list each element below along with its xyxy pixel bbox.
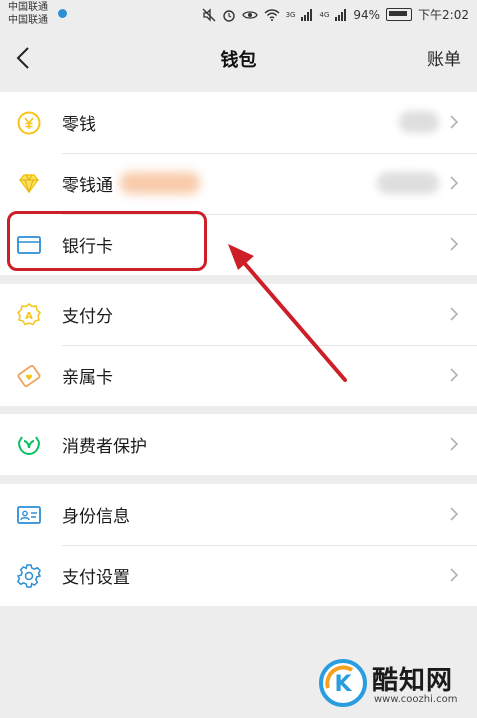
- battery-icon: [386, 8, 413, 21]
- menu-item-family-card[interactable]: 亲属卡: [0, 345, 477, 406]
- location-dot-icon: [58, 9, 67, 18]
- svg-text:K: K: [334, 672, 352, 697]
- chevron-right-icon: [450, 115, 459, 129]
- watermark: K 酷知网 www.coozhi.com: [318, 658, 468, 712]
- carrier-info: 中国联通 中国联通: [8, 1, 48, 27]
- yuan-coin-icon: [17, 111, 41, 135]
- menu-item-bank-card[interactable]: 银行卡: [0, 214, 477, 275]
- wifi-icon: [264, 8, 280, 21]
- clock: 下午2:02: [418, 8, 469, 22]
- menu-item-change-pass[interactable]: 零钱通: [0, 153, 477, 214]
- menu-item-label: 支付设置: [62, 568, 130, 588]
- chevron-right-icon: [450, 368, 459, 382]
- blurred-promo: [120, 172, 200, 194]
- wallet-group-protection: 消费者保护: [0, 414, 477, 475]
- battery-percent: 94%: [353, 7, 381, 22]
- blurred-balance: [399, 111, 439, 133]
- blurred-balance: [377, 172, 439, 194]
- signal-icon-1: [301, 8, 313, 21]
- wallet-group-settings: 身份信息 支付设置: [0, 484, 477, 606]
- chevron-right-icon: [450, 568, 459, 582]
- consumer-protection-icon: [18, 436, 40, 456]
- menu-item-label: 消费者保护: [62, 437, 147, 457]
- payment-score-icon: A: [17, 303, 41, 326]
- menu-item-label: 银行卡: [62, 237, 113, 257]
- alarm-icon: [222, 9, 235, 22]
- page-title: 钱包: [220, 50, 257, 71]
- menu-item-change[interactable]: 零钱: [0, 92, 477, 153]
- id-card-icon: [17, 506, 41, 524]
- nav-bar: 钱包 账单: [0, 30, 477, 86]
- eye-icon: [241, 10, 258, 19]
- family-card-icon: [17, 364, 41, 388]
- menu-item-label: 亲属卡: [62, 368, 113, 388]
- menu-item-identity-info[interactable]: 身份信息: [0, 484, 477, 545]
- wallet-group-balance: 零钱 零钱通 银行卡: [0, 92, 477, 275]
- bill-button[interactable]: 账单: [427, 45, 461, 70]
- status-bar: 中国联通 中国联通 3G 4G 94% 下午2:02: [0, 0, 477, 30]
- menu-item-label: 零钱: [62, 115, 96, 135]
- coozhi-logo-icon: K: [319, 659, 367, 707]
- chevron-right-icon: [450, 237, 459, 251]
- chevron-right-icon: [450, 507, 459, 521]
- carrier-1: 中国联通: [8, 2, 48, 13]
- menu-item-payment-score[interactable]: A 支付分: [0, 284, 477, 345]
- menu-item-payment-settings[interactable]: 支付设置: [0, 545, 477, 606]
- wallet-group-credit: A 支付分 亲属卡: [0, 284, 477, 406]
- svg-text:A: A: [25, 311, 33, 322]
- status-icons: 3G 4G 94% 下午2:02: [202, 6, 469, 23]
- menu-item-label: 支付分: [62, 307, 113, 327]
- mute-icon: [202, 7, 216, 22]
- chevron-right-icon: [450, 307, 459, 321]
- settings-gear-icon: [16, 564, 42, 588]
- menu-item-label: 身份信息: [62, 507, 130, 527]
- network-4g: 4G: [319, 10, 330, 19]
- menu-item-consumer-protection[interactable]: 消费者保护: [0, 414, 477, 475]
- watermark-name: 酷知网: [372, 666, 454, 696]
- diamond-icon: [19, 174, 39, 194]
- carrier-2: 中国联通: [8, 15, 48, 26]
- watermark-url: www.coozhi.com: [374, 694, 458, 705]
- menu-item-label: 零钱通: [62, 176, 113, 196]
- network-3g: 3G: [285, 10, 296, 19]
- signal-icon-2: [335, 8, 347, 21]
- chevron-right-icon: [450, 176, 459, 190]
- bank-card-icon: [17, 236, 41, 254]
- chevron-right-icon: [450, 437, 459, 451]
